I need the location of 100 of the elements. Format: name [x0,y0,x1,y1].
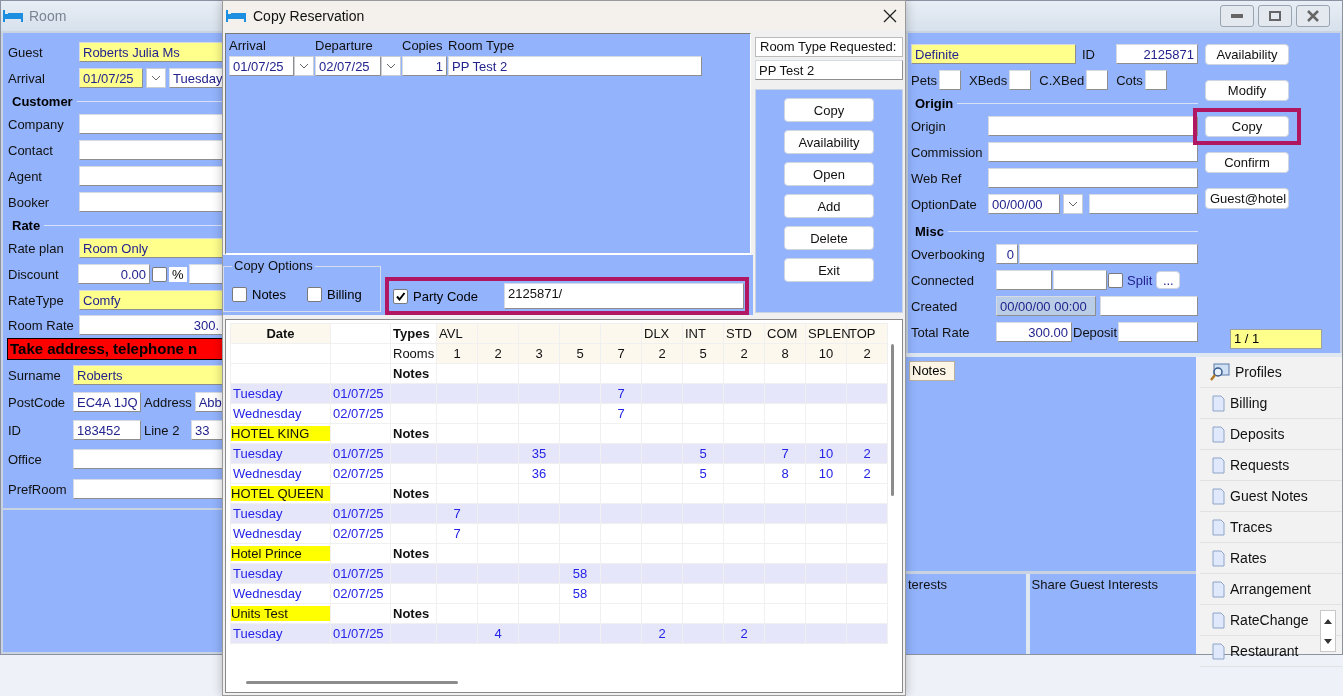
total-rate-field: 300.00 [996,322,1072,342]
guest-field[interactable]: Roberts Julia Ms [79,42,223,62]
split-label: Split [1126,272,1154,288]
percent-label: % [169,266,187,282]
search-icon [1210,363,1230,381]
input-field[interactable] [988,142,1198,162]
input-field[interactable] [73,479,223,499]
input-field[interactable] [1144,70,1167,90]
input-field[interactable] [988,168,1198,188]
room-rate-field[interactable]: 300. [79,315,223,335]
percent-checkbox[interactable] [152,266,167,282]
split-checkbox[interactable] [1108,272,1123,288]
dialog-button[interactable]: Add [784,194,874,218]
action-button[interactable]: Copy [1205,116,1289,137]
table-cell: Tuesday [230,503,331,524]
input-field[interactable] [939,70,961,90]
side-menu-item[interactable]: Rates [1200,543,1342,574]
action-button[interactable]: Guest@hotel [1205,188,1289,209]
input-field[interactable] [79,192,223,212]
table-cell: Wednesday [230,463,331,484]
input-field[interactable] [1019,244,1198,264]
arrival-date-field[interactable]: 01/07/25 [229,56,294,76]
input-field[interactable] [79,140,223,160]
side-menu-item[interactable]: Guest Notes [1200,481,1342,512]
side-menu-item[interactable]: Billing [1200,388,1342,419]
surname-field[interactable]: Roberts [73,365,223,385]
departure-date-field[interactable]: 02/07/25 [315,56,381,76]
overbooking-field[interactable]: 0 [996,244,1018,264]
table-cell: Tuesday [230,623,331,644]
side-menu-item[interactable]: Arrangement [1200,574,1342,605]
postcode-field[interactable]: EC4A 1JQ [73,392,141,412]
chevron-down-icon [151,75,161,81]
input-field[interactable] [996,270,1052,290]
input-field[interactable] [73,449,223,469]
dialog-button[interactable]: Delete [784,226,874,250]
document-icon [1212,487,1225,505]
scroll-arrows[interactable] [1320,610,1336,652]
scrollbar-thumb[interactable] [246,681,458,684]
party-code-field[interactable]: 2125871/ [504,283,744,309]
reservation-id-field: 2125871 [1116,44,1198,64]
input-field[interactable] [1053,270,1107,290]
scrollbar-thumb[interactable] [891,344,894,496]
action-button[interactable]: Confirm [1205,152,1289,173]
maximize-icon [1269,11,1281,21]
column-header: Types [390,323,437,344]
discount-field[interactable]: 0.00 [78,264,150,284]
option-date-field[interactable]: 00/00/00 [988,194,1060,214]
action-button[interactable]: Modify [1205,80,1289,101]
checkbox[interactable] [232,286,247,302]
input-field[interactable] [1118,322,1198,342]
checkbox-label: Party Code [413,288,480,304]
input-field[interactable] [188,264,223,284]
side-menu-item[interactable]: Profiles [1200,357,1342,388]
dialog-button[interactable]: Exit [784,258,874,282]
input-field[interactable] [988,116,1198,136]
dialog-button[interactable]: Copy [784,98,874,122]
document-icon [1212,425,1225,443]
address-line-field[interactable]: 33 [191,420,223,440]
room-type-field[interactable]: PP Test 2 [448,56,702,76]
rate-plan-field[interactable]: Room Only [79,238,223,258]
id-field[interactable]: 183452 [73,420,141,440]
input-field[interactable] [1086,70,1109,90]
action-button[interactable]: Availability [1205,44,1289,65]
group-name-cell: HOTEL QUEEN [231,486,330,501]
checkbox[interactable] [393,288,408,304]
section-title: Customer [12,93,73,109]
minimize-button[interactable] [1220,5,1254,27]
day-field: Tuesday [169,68,223,88]
dialog-button[interactable]: Open [784,162,874,186]
minimize-icon [1231,14,1243,18]
notes-tab[interactable]: Notes [909,361,955,381]
close-icon[interactable] [883,9,897,23]
checkbox-label: Billing [326,286,362,302]
chevron-down-icon [299,63,309,69]
input-field[interactable] [79,114,223,134]
address-field[interactable]: Abb [194,392,223,412]
table-cell: Tuesday [230,563,331,584]
section-title: Rate [12,217,41,233]
more-button[interactable]: ... [1156,271,1181,289]
section-title: Misc [915,223,944,239]
side-menu-item[interactable]: Requests [1200,450,1342,481]
document-icon [1212,549,1225,567]
dialog-button[interactable]: Availability [784,130,874,154]
status-field[interactable]: Definite [911,44,1076,64]
table-cell: Wednesday [230,523,331,544]
input-field[interactable] [1009,70,1032,90]
checkbox[interactable] [306,286,322,302]
copies-field[interactable]: 1 [402,56,447,76]
input-field[interactable] [79,166,223,186]
group-name-cell: Units Test [231,606,330,621]
input-field[interactable] [1100,296,1198,316]
window-title: Room [29,8,67,24]
maximize-button[interactable] [1258,5,1292,27]
side-menu-item[interactable]: Traces [1200,512,1342,543]
arrival-date-field[interactable]: 01/07/25 [79,68,143,88]
close-button[interactable] [1296,5,1330,27]
side-menu-item[interactable]: Deposits [1200,419,1342,450]
input-field[interactable] [1089,194,1198,214]
group-title: Copy Options [232,258,315,273]
rate-type-field[interactable]: Comfy [79,290,223,310]
